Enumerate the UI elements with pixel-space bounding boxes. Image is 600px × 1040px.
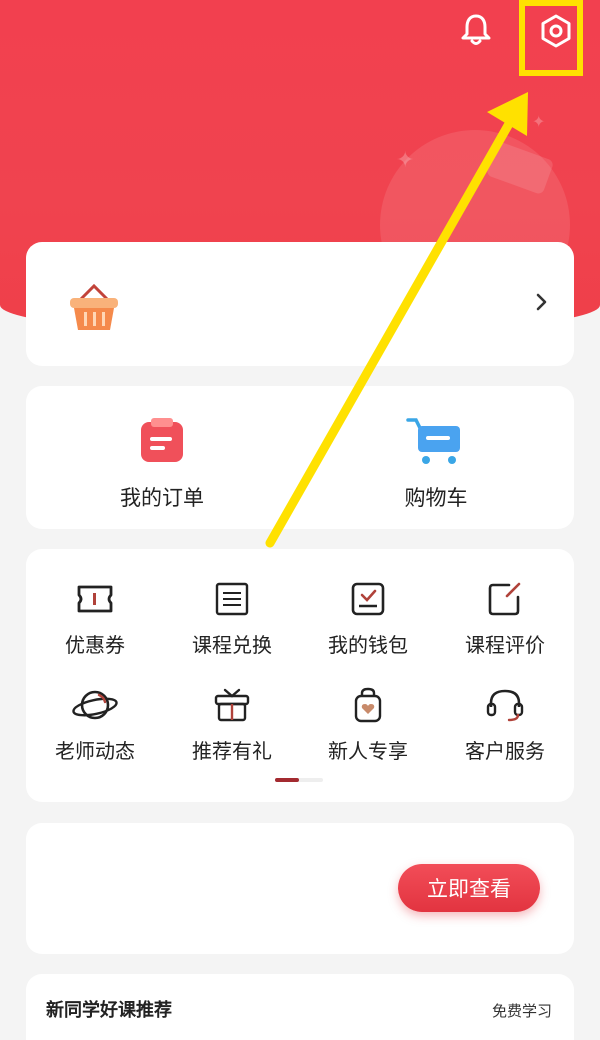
customer-service-label: 客户服务 xyxy=(465,739,545,763)
newcomer-label: 新人专享 xyxy=(328,739,408,763)
recommend-title: 新同学好课推荐 xyxy=(46,1000,172,1021)
order-icon xyxy=(141,418,183,462)
settings-highlight-box xyxy=(519,0,583,76)
wallet-button[interactable]: 我的钱包 xyxy=(303,581,433,658)
referral-gift-label: 推荐有礼 xyxy=(192,739,272,763)
course-exchange-label: 课程兑换 xyxy=(192,633,272,657)
my-orders-button[interactable]: 我的订单 xyxy=(82,416,242,512)
coupon-label: 优惠券 xyxy=(65,633,125,657)
course-exchange-button[interactable]: 课程兑换 xyxy=(167,581,297,658)
promo-banner[interactable]: 立即查看 xyxy=(26,823,574,954)
my-orders-label: 我的订单 xyxy=(120,486,204,510)
course-review-label: 课程评价 xyxy=(465,633,545,657)
bell-icon xyxy=(461,14,491,45)
list-icon xyxy=(215,582,249,616)
notification-button[interactable] xyxy=(456,10,496,50)
bag-icon xyxy=(354,687,382,723)
coupon-button[interactable]: 优惠券 xyxy=(30,581,160,658)
course-review-button[interactable]: 课程评价 xyxy=(440,581,570,658)
newcomer-button[interactable]: 新人专享 xyxy=(303,687,433,764)
page-indicator-active xyxy=(275,778,299,782)
cart-icon xyxy=(406,418,460,464)
wallet-icon xyxy=(351,582,385,616)
recommend-section: 新同学好课推荐 免费学习 xyxy=(26,974,574,1040)
planet-icon xyxy=(72,690,118,720)
edit-icon xyxy=(488,582,521,616)
free-study-link[interactable]: 免费学习 xyxy=(492,1000,552,1021)
orders-card: 我的订单 购物车 xyxy=(26,386,574,529)
teacher-news-label: 老师动态 xyxy=(55,739,135,763)
customer-service-button[interactable]: 客户服务 xyxy=(440,687,570,764)
headset-icon xyxy=(486,689,524,722)
basket-icon xyxy=(70,283,118,330)
services-card: 优惠券 课程兑换 我的钱包 课程评价 老师动态 推荐有礼 新人专享 客户服务 xyxy=(26,549,574,802)
page-indicator xyxy=(275,778,323,782)
teacher-news-button[interactable]: 老师动态 xyxy=(30,687,160,764)
sparkle-icon: ✦ xyxy=(532,112,546,131)
cart-button[interactable]: 购物车 xyxy=(356,416,516,512)
gift-icon xyxy=(214,688,250,722)
referral-gift-button[interactable]: 推荐有礼 xyxy=(167,687,297,764)
promo-card[interactable] xyxy=(26,242,574,366)
view-now-button[interactable]: 立即查看 xyxy=(398,864,540,912)
cart-label: 购物车 xyxy=(404,486,468,510)
chevron-right-icon xyxy=(536,293,547,311)
ticket-icon xyxy=(77,585,113,613)
sparkle-icon: ✦ xyxy=(396,148,415,173)
wallet-label: 我的钱包 xyxy=(328,633,408,657)
